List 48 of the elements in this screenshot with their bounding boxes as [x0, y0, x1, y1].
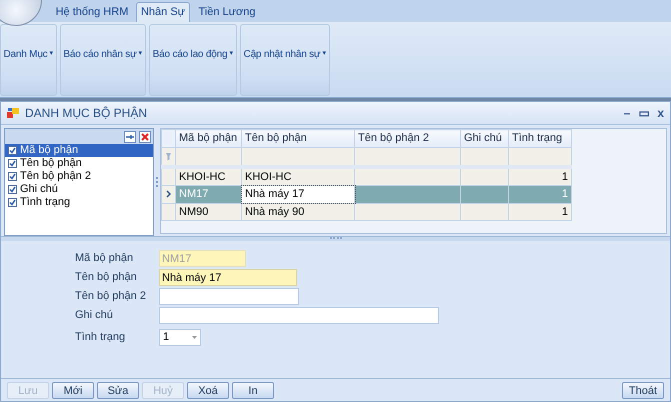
exit-button[interactable]: Thoát	[622, 382, 664, 398]
table-cell: Nhà máy 17	[242, 186, 354, 203]
dropdown-field[interactable]: 1	[159, 329, 201, 346]
column-header[interactable]: Tên bộ phận 2	[354, 130, 460, 148]
close-button[interactable]: x	[657, 104, 664, 122]
window-icon	[7, 107, 20, 119]
column-chooser-item[interactable]: Tên bộ phận 2	[5, 170, 153, 183]
toolbar-button[interactable]: Xoá	[187, 382, 229, 398]
close-icon[interactable]	[139, 130, 151, 142]
column-header[interactable]: Tình trạng	[508, 130, 572, 148]
field-label: Tên bộ phận 2	[75, 289, 147, 304]
field-label: Ghi chú	[75, 308, 114, 324]
table-cell: NM90	[176, 203, 242, 220]
input-field[interactable]: Nhà máy 17	[159, 269, 297, 286]
ribbon-tab[interactable]: Tiền Lương	[194, 2, 260, 22]
table-cell: 1	[508, 186, 572, 203]
checkbox[interactable]	[8, 146, 17, 155]
toolbar-button[interactable]: In	[232, 382, 274, 398]
pin-icon[interactable]	[124, 130, 136, 142]
checkbox[interactable]	[8, 159, 17, 168]
current-row-icon	[166, 190, 171, 198]
toolbar-button[interactable]: Mới	[52, 382, 94, 398]
column-chooser-item[interactable]: Tên bộ phận	[5, 157, 153, 170]
toolbar-button[interactable]: Sửa	[97, 382, 139, 398]
table-cell: 1	[508, 203, 572, 220]
checkbox[interactable]	[8, 198, 17, 207]
input-field[interactable]	[159, 288, 299, 305]
window-title: DANH MỤC BỘ PHẬN	[25, 105, 148, 122]
ribbon-tab[interactable]: Nhân Sự	[136, 2, 190, 22]
table-row[interactable]: NM90 Nhà máy 90 1	[162, 203, 572, 220]
table-cell: Nhà máy 90	[242, 203, 354, 220]
column-chooser-item[interactable]: Mã bộ phận	[5, 144, 153, 157]
field-label: Tên bộ phận	[75, 270, 138, 286]
field-label: Tình trạng	[75, 330, 126, 346]
maximize-button[interactable]: ▭	[638, 104, 650, 122]
column-header[interactable]: Mã bộ phận	[176, 130, 242, 148]
ribbon-tab[interactable]: Hệ thống HRM	[52, 2, 132, 22]
checkbox[interactable]	[8, 172, 17, 181]
caret-icon	[192, 336, 197, 339]
column-chooser-item[interactable]: Ghi chú	[5, 183, 153, 196]
field-label: Mã bộ phận	[75, 251, 134, 266]
column-chooser-item[interactable]: Tình trạng	[5, 196, 153, 209]
column-header[interactable]: Tên bộ phận	[242, 130, 354, 148]
input-field[interactable]	[159, 307, 439, 324]
minimize-button[interactable]: –	[624, 104, 630, 122]
table-row[interactable]: NM17 Nhà máy 17 1	[162, 186, 572, 203]
checkbox[interactable]	[8, 185, 17, 194]
column-header[interactable]: Ghi chú	[460, 130, 508, 148]
